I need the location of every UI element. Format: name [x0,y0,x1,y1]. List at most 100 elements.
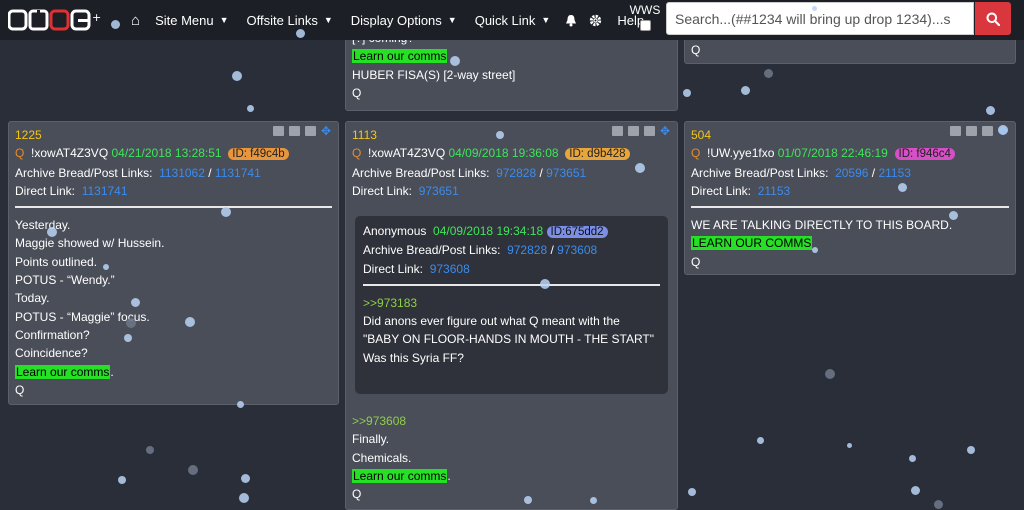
post-body: >>973608 Finally. Chemicals. Learn our c… [352,412,451,503]
archive-link-1[interactable]: 1131062 [159,166,205,180]
archive-label: Archive Bread/Post Links: [15,165,153,180]
post-line: "BABY ON FLOOR-HANDS IN MOUTH - THE STAR… [363,332,654,347]
caret-down-icon: ▼ [447,15,457,25]
offsite-links-label: Offsite Links [246,12,318,28]
direct-link[interactable]: 21153 [758,184,790,198]
search-button[interactable] [975,2,1011,35]
post-line: Learn our comms. [15,364,114,379]
archive-label: Archive Bread/Post Links: [363,243,501,258]
tripcode: !xowAT4Z3VQ [368,146,446,161]
poster-id-badge: ID: d9b428 [565,148,630,161]
bubble-decoration [967,446,975,454]
site-menu-label: Site Menu [155,12,214,28]
archive-link-2[interactable]: 973608 [557,243,597,257]
post-line: POTUS - “Wendy.” [15,273,115,288]
direct-link-label: Direct Link: [352,183,413,198]
poster-id-badge: ID: f946c4 [894,148,955,161]
post-line: Coincidence? [15,346,88,361]
bubble-decoration [450,56,460,66]
svg-text:+: + [92,11,101,24]
search-input[interactable]: Search...(##1234 will bring up drop 1234… [666,2,974,35]
quoted-direct-link-row: Direct Link: 973608 [363,260,660,278]
archive-link-1[interactable]: 972828 [507,243,547,257]
bubble-decoration [295,28,305,38]
direct-link[interactable]: 973651 [419,184,459,198]
glasses-icon[interactable] [628,126,639,136]
bubble-decoration [998,125,1008,135]
q-label: Q [15,146,25,161]
glasses-icon[interactable] [289,126,300,136]
quoted-author: Anonymous [363,224,427,238]
bubble-decoration [524,496,532,504]
bubble-decoration [811,5,817,11]
post-date: 04/21/2018 13:28:51 [111,146,222,161]
post-line: Learn our comms. [352,468,451,483]
wws-checkbox[interactable] [639,20,651,31]
archive-link-2[interactable]: 1131741 [215,166,261,180]
direct-link-row: Direct Link: 973651 [352,182,671,200]
archive-link-1[interactable]: 20596 [835,166,868,180]
tripcode: !xowAT4Z3VQ [31,146,109,161]
caret-down-icon: ▼ [541,15,551,25]
bubble-decoration [124,334,132,342]
drop-card-1113: ✥ 1113 Q !xowAT4Z3VQ 04/09/2018 19:36:08… [345,121,678,510]
q-label: Q [352,146,362,161]
archive-links: Archive Bread/Post Links: 1131062 / 1131… [15,165,261,180]
image-icon[interactable] [305,126,316,136]
bubble-decoration [221,207,231,217]
copy-icon[interactable] [273,126,284,136]
bubble-decoration [948,210,958,220]
bubble-decoration [47,227,57,237]
direct-link-label: Direct Link: [15,183,76,198]
post-header: Q !UW.yye1fxo 01/07/2018 22:46:19 ID: f9… [691,144,1009,163]
quote-reference[interactable]: >>973183 [363,294,660,312]
home-icon[interactable]: ⌂ [125,0,146,40]
move-icon[interactable]: ✥ [321,125,332,137]
drop-card-504: ✥ 504 Q !UW.yye1fxo 01/07/2018 22:46:19 … [684,121,1016,275]
quoted-post: Anonymous 04/09/2018 19:34:18 ID:675dd2 … [355,216,668,394]
image-icon[interactable] [644,126,655,136]
bubble-decoration [130,297,140,307]
post-signature: Q [691,43,701,57]
bubble-decoration [756,436,764,444]
post-header: Q !xowAT4Z3VQ 04/09/2018 19:36:08 ID: d9… [352,144,671,163]
display-options-dropdown[interactable]: Display Options ▼ [342,0,466,40]
post-line: WE ARE TALKING DIRECTLY TO THIS BOARD. [691,218,953,233]
site-menu-dropdown[interactable]: Site Menu ▼ [146,0,237,40]
drop-card-top-middle: [?] coming? Learn our comms HUBER FISA(S… [345,31,678,111]
bubble-decoration [985,105,995,115]
bubble-decoration [185,317,195,327]
bubble-decoration [897,182,907,192]
direct-link[interactable]: 973608 [430,262,470,276]
post-line: Was this Syria FF? [363,350,464,365]
direct-link[interactable]: 1131741 [82,184,128,198]
image-icon[interactable] [982,126,993,136]
wws-toggle[interactable]: WWS [628,3,662,31]
bubble-decoration [688,488,696,496]
quick-link-dropdown[interactable]: Quick Link ▼ [466,0,560,40]
copy-icon[interactable] [950,126,961,136]
copy-icon[interactable] [612,126,623,136]
bubble-decoration [232,71,242,81]
offsite-links-dropdown[interactable]: Offsite Links ▼ [238,0,342,40]
archive-link-2[interactable]: 973651 [546,166,586,180]
quote-reference[interactable]: >>973608 [352,412,451,430]
bubble-decoration [635,163,645,173]
post-line: Confirmation? [15,327,90,342]
glasses-icon[interactable] [966,126,977,136]
archive-link-2[interactable]: 21153 [878,166,910,180]
bubble-decoration [236,400,244,408]
post-line: Today. [15,291,50,306]
move-icon[interactable]: ✥ [660,125,671,137]
site-logo[interactable]: + [8,6,103,34]
direct-link-row: Direct Link: 21153 [691,182,1009,200]
archive-link-1[interactable]: 972828 [496,166,536,180]
archive-links: Archive Bread/Post Links: 972828 / 97365… [352,165,587,180]
post-line: Maggie showed w/ Hussein. [15,236,165,251]
gear-icon[interactable] [583,0,608,40]
wws-label: WWS [629,3,661,17]
bell-icon[interactable] [559,0,583,40]
bubble-decoration [740,85,750,95]
bubble-decoration [763,68,773,78]
display-options-label: Display Options [350,12,442,28]
